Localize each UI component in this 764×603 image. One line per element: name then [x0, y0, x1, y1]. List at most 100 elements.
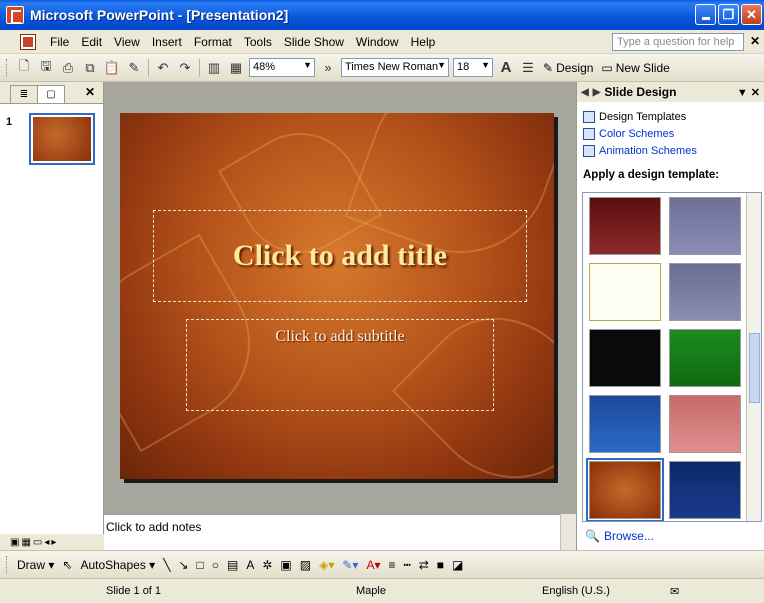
design-button[interactable]: ✎ Design [539, 61, 597, 75]
line-style-icon[interactable]: ≡ [384, 558, 399, 572]
redo-icon[interactable]: ↷ [174, 57, 196, 79]
color-schemes-icon [583, 127, 595, 140]
template-thumbnail[interactable] [589, 197, 661, 255]
arrow-style-icon[interactable]: ⇄ [415, 558, 433, 572]
document-close-icon[interactable]: ✕ [750, 34, 760, 48]
font-color-icon[interactable]: A▾ [362, 558, 384, 572]
textbox-icon[interactable]: ▤ [223, 558, 242, 572]
window-title: Microsoft PowerPoint - [Presentation2] [30, 7, 289, 23]
font-name-select[interactable]: Times New Roman ▼ [341, 58, 449, 77]
menu-view[interactable]: View [108, 35, 146, 49]
autoshapes-menu-button[interactable]: AutoShapes ▾ [76, 558, 159, 572]
template-thumbnail[interactable] [589, 395, 661, 453]
scroll-left-icon[interactable]: ◂ [44, 537, 49, 548]
oval-icon[interactable]: ○ [208, 558, 223, 572]
window-controls: ❐ ✕ [695, 4, 762, 25]
bullets-icon[interactable]: ☰ [517, 57, 539, 79]
slide[interactable]: Click to add title Click to add subtitle [120, 113, 554, 479]
arrow-icon[interactable]: ↘ [174, 558, 192, 572]
format-painter-icon[interactable]: ✎ [123, 57, 145, 79]
clipart-icon[interactable]: ▣ [276, 558, 295, 572]
line-color-icon[interactable]: ✎▾ [338, 558, 362, 572]
template-thumbnail[interactable] [669, 329, 741, 387]
animation-schemes-link[interactable]: Animation Schemes [577, 142, 764, 159]
template-thumbnail[interactable] [589, 263, 661, 321]
undo-icon[interactable]: ↶ [152, 57, 174, 79]
template-thumbnail[interactable] [589, 329, 661, 387]
insert-table-icon[interactable]: ▦ [225, 57, 247, 79]
template-thumbnail[interactable] [669, 263, 741, 321]
help-question-input[interactable]: Type a question for help [612, 33, 744, 51]
tab-slides[interactable]: ▢ [37, 85, 65, 103]
color-schemes-link[interactable]: Color Schemes [577, 125, 764, 142]
rectangle-icon[interactable]: □ [192, 558, 207, 572]
chevron-down-icon: ▼ [437, 60, 446, 70]
browse-icon: 🔍 [585, 529, 600, 543]
slide-thumbnail[interactable] [29, 113, 95, 165]
close-button[interactable]: ✕ [741, 4, 762, 25]
slide-show-view-icon[interactable]: ▭ [33, 537, 42, 548]
browse-link[interactable]: 🔍 Browse... [585, 529, 654, 543]
shadow-icon[interactable]: ■ [433, 558, 448, 572]
fill-color-icon[interactable]: ◈▾ [315, 558, 338, 572]
powerpoint-app-icon[interactable] [6, 6, 24, 24]
copy-icon[interactable]: ⧉ [79, 57, 101, 79]
paste-icon[interactable]: 📋 [101, 57, 123, 79]
3d-icon[interactable]: ◪ [448, 558, 467, 572]
gallery-scrollbar[interactable] [746, 193, 761, 521]
scrollbar-thumb[interactable] [749, 333, 760, 403]
draw-menu-button[interactable]: Draw ▾ [13, 558, 58, 572]
slide-sorter-icon[interactable]: ▦ [21, 537, 30, 548]
toolbar-options-icon[interactable]: » [317, 57, 339, 79]
diagram-icon[interactable]: ✲ [258, 558, 276, 572]
scroll-right-icon[interactable]: ▸ [51, 537, 56, 548]
toolbar-grip[interactable] [6, 555, 9, 574]
notes-scrollbar[interactable] [560, 514, 576, 550]
menu-edit[interactable]: Edit [75, 35, 108, 49]
design-templates-link[interactable]: Design Templates [577, 108, 764, 125]
picture-icon[interactable]: ▨ [296, 558, 315, 572]
normal-view-icon[interactable]: ▣ [10, 537, 19, 548]
insert-chart-icon[interactable]: ▥ [203, 57, 225, 79]
menu-insert[interactable]: Insert [146, 35, 188, 49]
wordart-icon[interactable]: A [242, 558, 258, 572]
apply-template-heading: Apply a design template: [583, 169, 720, 181]
font-size-select[interactable]: 18 ▼ [453, 58, 493, 77]
template-thumbnail[interactable] [669, 197, 741, 255]
document-icon[interactable] [20, 33, 36, 50]
task-pane-menu-icon[interactable]: ▼ ✕ [737, 86, 760, 99]
design-name: Maple [356, 585, 386, 597]
forward-icon[interactable]: ▶ [593, 87, 601, 98]
print-icon[interactable]: ⎙ [57, 57, 79, 79]
minimize-button[interactable] [695, 4, 716, 25]
close-pane-icon[interactable]: ✕ [85, 85, 95, 99]
menu-format[interactable]: Format [188, 35, 238, 49]
back-icon[interactable]: ◀ [581, 87, 589, 98]
menu-tools[interactable]: Tools [238, 35, 278, 49]
menu-file[interactable]: File [44, 35, 75, 49]
title-placeholder[interactable]: Click to add title [153, 210, 527, 302]
template-thumbnail[interactable] [669, 395, 741, 453]
minimize-icon [701, 17, 710, 20]
menu-slide-show[interactable]: Slide Show [278, 35, 350, 49]
new-slide-button[interactable]: ▭ New Slide [597, 61, 673, 75]
save-icon[interactable]: 🖫 [35, 57, 57, 79]
tab-outline[interactable]: ≣ [10, 85, 38, 103]
title-placeholder-text: Click to add title [232, 239, 448, 272]
menu-help[interactable]: Help [405, 35, 442, 49]
toolbar-grip[interactable] [6, 58, 9, 77]
template-thumbnail[interactable] [669, 461, 741, 519]
increase-font-size-icon[interactable]: A [495, 57, 517, 79]
zoom-select[interactable]: 48% ▼ [249, 58, 315, 77]
restore-button[interactable]: ❐ [718, 4, 739, 25]
design-templates-icon [583, 110, 595, 123]
line-icon[interactable]: ╲ [159, 558, 174, 572]
notes-pane[interactable]: Click to add notes [104, 514, 560, 550]
select-pointer-icon[interactable]: ⇖ [58, 558, 76, 572]
new-document-icon[interactable]: 🗋 [13, 57, 35, 79]
dash-style-icon[interactable]: ┅ [399, 558, 414, 572]
subtitle-placeholder[interactable]: Click to add subtitle [186, 319, 494, 411]
template-thumbnail-maple[interactable] [586, 458, 664, 521]
menu-window[interactable]: Window [350, 35, 405, 49]
font-size-value: 18 [457, 61, 470, 73]
